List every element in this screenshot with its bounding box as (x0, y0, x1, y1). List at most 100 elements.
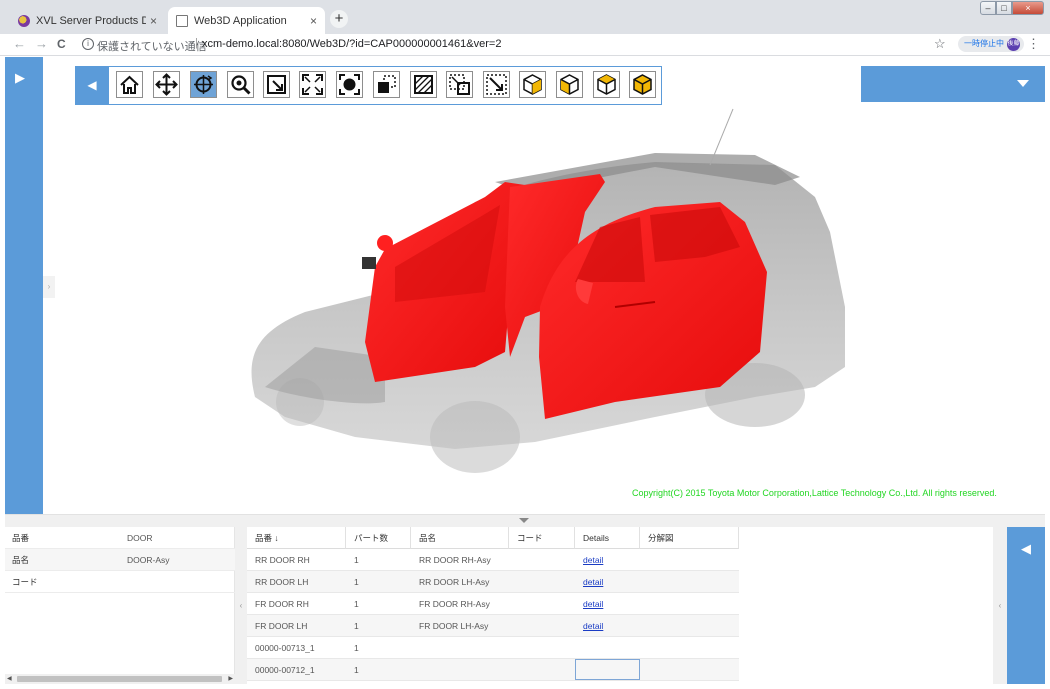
detail-link[interactable]: detail (575, 549, 603, 571)
table-row[interactable]: FR DOOR RH 1 FR DOOR RH-Asy detail (247, 593, 739, 615)
window-minimize-button[interactable]: – (980, 1, 996, 15)
table-row[interactable]: 00000-00712_1 1 (247, 659, 739, 681)
tab-title: XVL Server Products Demo (36, 14, 146, 27)
column-header-count[interactable]: パート数 (346, 527, 411, 549)
cell-part-no: RR DOOR RH (255, 555, 310, 565)
xvl-favicon-icon (18, 14, 30, 27)
selected-cell[interactable] (575, 659, 640, 680)
property-key: コード (12, 577, 38, 587)
table-row[interactable]: FR DOOR LH 1 FR DOOR LH-Asy detail (247, 615, 739, 637)
tab-close-icon[interactable]: × (310, 14, 317, 28)
scrollbar-thumb[interactable] (17, 676, 222, 682)
home-icon[interactable] (116, 71, 143, 98)
view-cube-right-icon[interactable] (593, 71, 620, 98)
bookmark-star-icon[interactable]: ☆ (934, 36, 946, 52)
vertical-splitter[interactable]: ‹ (235, 527, 247, 684)
forward-button[interactable]: → (35, 36, 48, 51)
property-key: 品番 (12, 533, 30, 543)
cell-name: FR DOOR LH-Asy (419, 621, 489, 631)
back-button[interactable]: ← (13, 36, 26, 51)
cell-part-no: FR DOOR RH (255, 599, 309, 609)
3d-model-canvas[interactable] (55, 57, 1045, 514)
table-row[interactable]: 00000-00713_1 1 (247, 637, 739, 659)
security-status: 保護されていない通信 (97, 41, 207, 53)
cell-count: 1 (354, 665, 359, 675)
fit-all-icon[interactable] (299, 71, 326, 98)
sync-paused-label: 一時停止中 (964, 39, 1004, 48)
tab-title: Web3D Application (194, 14, 287, 27)
left-panel-splitter[interactable]: › (43, 276, 55, 298)
cell-count: 1 (354, 577, 359, 587)
property-value: DOOR-Asy (127, 555, 170, 565)
mirror-mount (362, 257, 376, 269)
property-panel-scrollbar[interactable]: ◀ ▶ (5, 674, 235, 684)
cell-part-no: 00000-00712_1 (255, 665, 315, 675)
cell-count: 1 (354, 621, 359, 631)
zoom-window-icon[interactable] (263, 71, 290, 98)
cell-count: 1 (354, 599, 359, 609)
tab-close-icon[interactable]: × (150, 14, 157, 28)
column-header-details[interactable]: Details (575, 527, 640, 549)
left-panel-rail (5, 57, 43, 514)
avatar: 後藤 (1007, 37, 1020, 51)
sort-arrow-icon: ↓ (274, 533, 279, 543)
page-favicon-icon (176, 14, 188, 27)
cell-count: 1 (354, 555, 359, 565)
property-row: コード (5, 571, 235, 593)
column-header-code[interactable]: コード (509, 527, 575, 549)
cell-part-no: RR DOOR LH (255, 577, 309, 587)
collapse-bottom-panel-icon[interactable] (519, 518, 529, 523)
url-input[interactable]: xcm-demo.local:8080/Web3D/?id=CAP0000000… (202, 38, 501, 50)
cell-part-no: FR DOOR LH (255, 621, 308, 631)
cell-name: FR DOOR RH-Asy (419, 599, 490, 609)
table-row[interactable]: RR DOOR LH 1 RR DOOR LH-Asy detail (247, 571, 739, 593)
column-header-exploded-view[interactable]: 分解図 (640, 527, 739, 549)
cell-name: RR DOOR RH-Asy (419, 555, 491, 565)
cell-count: 1 (354, 643, 359, 653)
detail-link[interactable]: detail (575, 615, 603, 637)
property-row: 品番 DOOR (5, 527, 235, 549)
scroll-left-icon[interactable]: ◀ (7, 674, 12, 684)
sync-paused-button[interactable]: 一時停止中 後藤 (958, 36, 1024, 52)
mirror-far (377, 235, 393, 251)
column-header-name[interactable]: 品名 (411, 527, 509, 549)
url-separator: | (195, 37, 198, 49)
deselect-box-icon[interactable] (483, 71, 510, 98)
hatch-icon[interactable] (410, 71, 437, 98)
rotate-icon[interactable] (190, 71, 217, 98)
detail-link[interactable]: detail (575, 571, 603, 593)
section-icon[interactable] (373, 71, 400, 98)
fit-selection-icon[interactable] (336, 71, 363, 98)
zoom-icon[interactable] (227, 71, 254, 98)
property-row: 品名 DOOR-Asy (5, 549, 235, 571)
pan-icon[interactable] (153, 71, 180, 98)
column-header-part-no[interactable]: 品番 ↓ (247, 527, 346, 549)
cell-name: RR DOOR LH-Asy (419, 577, 490, 587)
tab-xvl-server-demo[interactable]: XVL Server Products Demo × (10, 7, 165, 34)
expand-right-panel-icon[interactable]: ◀ (1021, 541, 1031, 557)
right-panel-splitter[interactable]: ‹ (993, 527, 1007, 684)
browser-menu-icon[interactable]: ⋮ (1027, 36, 1040, 52)
3d-viewport[interactable] (55, 57, 1045, 514)
view-cube-front-icon[interactable] (556, 71, 583, 98)
window-close-button[interactable]: × (1012, 1, 1044, 15)
view-cube-icon[interactable] (519, 71, 546, 98)
window-maximize-button[interactable]: □ (996, 1, 1012, 15)
view-cube-top-icon[interactable] (629, 71, 656, 98)
column-header-label: 品番 (255, 533, 273, 543)
detail-link[interactable]: detail (575, 593, 603, 615)
site-info-icon[interactable]: i (82, 38, 94, 50)
select-box-icon[interactable] (446, 71, 473, 98)
cell-part-no: 00000-00713_1 (255, 643, 315, 653)
property-value: DOOR (127, 533, 153, 543)
new-tab-button[interactable]: + (330, 10, 348, 28)
chevron-down-icon (1017, 80, 1029, 87)
collapse-toolbar-button[interactable]: ◀ (75, 66, 109, 105)
scroll-right-icon[interactable]: ▶ (228, 674, 233, 684)
reload-button[interactable]: C (57, 37, 66, 51)
expand-left-panel-icon[interactable]: ▶ (15, 70, 27, 85)
table-row[interactable]: RR DOOR RH 1 RR DOOR RH-Asy detail (247, 549, 739, 571)
view-options-dropdown[interactable] (861, 66, 1045, 102)
copyright-notice: Copyright(C) 2015 Toyota Motor Corporati… (632, 488, 997, 498)
tab-web3d-application[interactable]: Web3D Application × (168, 7, 325, 34)
